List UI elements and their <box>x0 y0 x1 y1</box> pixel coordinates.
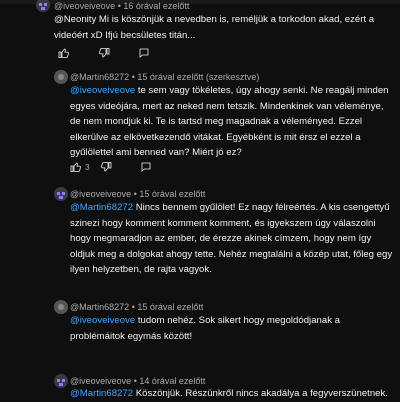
mention-link[interactable]: @Martin68272 <box>70 388 133 399</box>
thumbs-up-icon[interactable] <box>58 47 70 59</box>
comment-text: @Martin68272 Köszönjük. Részünkről nincs… <box>70 386 400 402</box>
comment-meta: @Martin68272 • 15 órával ezelőtt (szerke… <box>70 72 259 82</box>
comment-text: @Neonity Mi is köszönjük a nevedben is, … <box>54 12 394 43</box>
avatar[interactable] <box>36 0 50 12</box>
comment-author[interactable]: @iveoveiveove <box>70 376 131 386</box>
mention-link[interactable]: @iveoveiveove <box>70 315 135 326</box>
comment-author[interactable]: @iveoveiveove <box>54 1 115 11</box>
comment-text: @Martin68272 Nincs bennem gyűlölet! Ez n… <box>70 200 394 278</box>
comment-author[interactable]: @Martin68272 <box>70 72 129 82</box>
avatar[interactable] <box>54 70 68 84</box>
reply-icon[interactable] <box>138 47 150 59</box>
comment-time[interactable]: 15 órával ezelőtt <box>137 302 203 312</box>
thumbs-up-icon[interactable] <box>70 161 82 173</box>
meta-separator: • <box>117 1 121 11</box>
mention-link[interactable]: @Martin68272 <box>70 202 133 213</box>
like-count: 3 <box>85 162 90 172</box>
comment-meta: @iveoveiveove • 16 órával ezelőtt <box>54 1 189 11</box>
avatar[interactable] <box>54 374 68 388</box>
avatar[interactable] <box>54 187 68 201</box>
comment-author[interactable]: @iveoveiveove <box>70 189 131 199</box>
comment-time[interactable]: 15 órával ezelőtt (szerkesztve) <box>137 72 259 82</box>
comment-actions <box>58 47 150 59</box>
thumbs-down-icon[interactable] <box>98 47 110 59</box>
comment-time[interactable]: 14 órával ezelőtt <box>139 376 205 386</box>
reply-icon[interactable] <box>140 161 152 173</box>
comment-author[interactable]: @Martin68272 <box>70 302 129 312</box>
meta-separator: • <box>133 376 137 386</box>
comment-actions: 3 <box>70 161 152 173</box>
comment-body: Köszönjük. Részünkről nincs akadálya a f… <box>133 388 388 399</box>
comment-time[interactable]: 16 órával ezelőtt <box>123 1 189 11</box>
comment-meta: @Martin68272 • 15 órával ezelőtt <box>70 302 203 312</box>
meta-separator: • <box>131 72 135 82</box>
avatar[interactable] <box>54 300 68 314</box>
comment-body: @Neonity Mi is köszönjük a nevedben is, … <box>54 14 375 41</box>
comment-meta: @iveoveiveove • 15 órával ezelőtt <box>70 189 205 199</box>
comment-text: @iveoveiveove tudom nehéz. Sok sikert ho… <box>70 313 394 344</box>
comment-time[interactable]: 15 órával ezelőtt <box>139 189 205 199</box>
thumbs-down-icon[interactable] <box>100 161 112 173</box>
comment-text: @iveoveiveove te sem vagy tökéletes, úgy… <box>70 83 394 161</box>
meta-separator: • <box>131 302 135 312</box>
meta-separator: • <box>133 189 137 199</box>
mention-link[interactable]: @iveoveiveove <box>70 85 135 96</box>
comment-meta: @iveoveiveove • 14 órával ezelőtt <box>70 376 205 386</box>
